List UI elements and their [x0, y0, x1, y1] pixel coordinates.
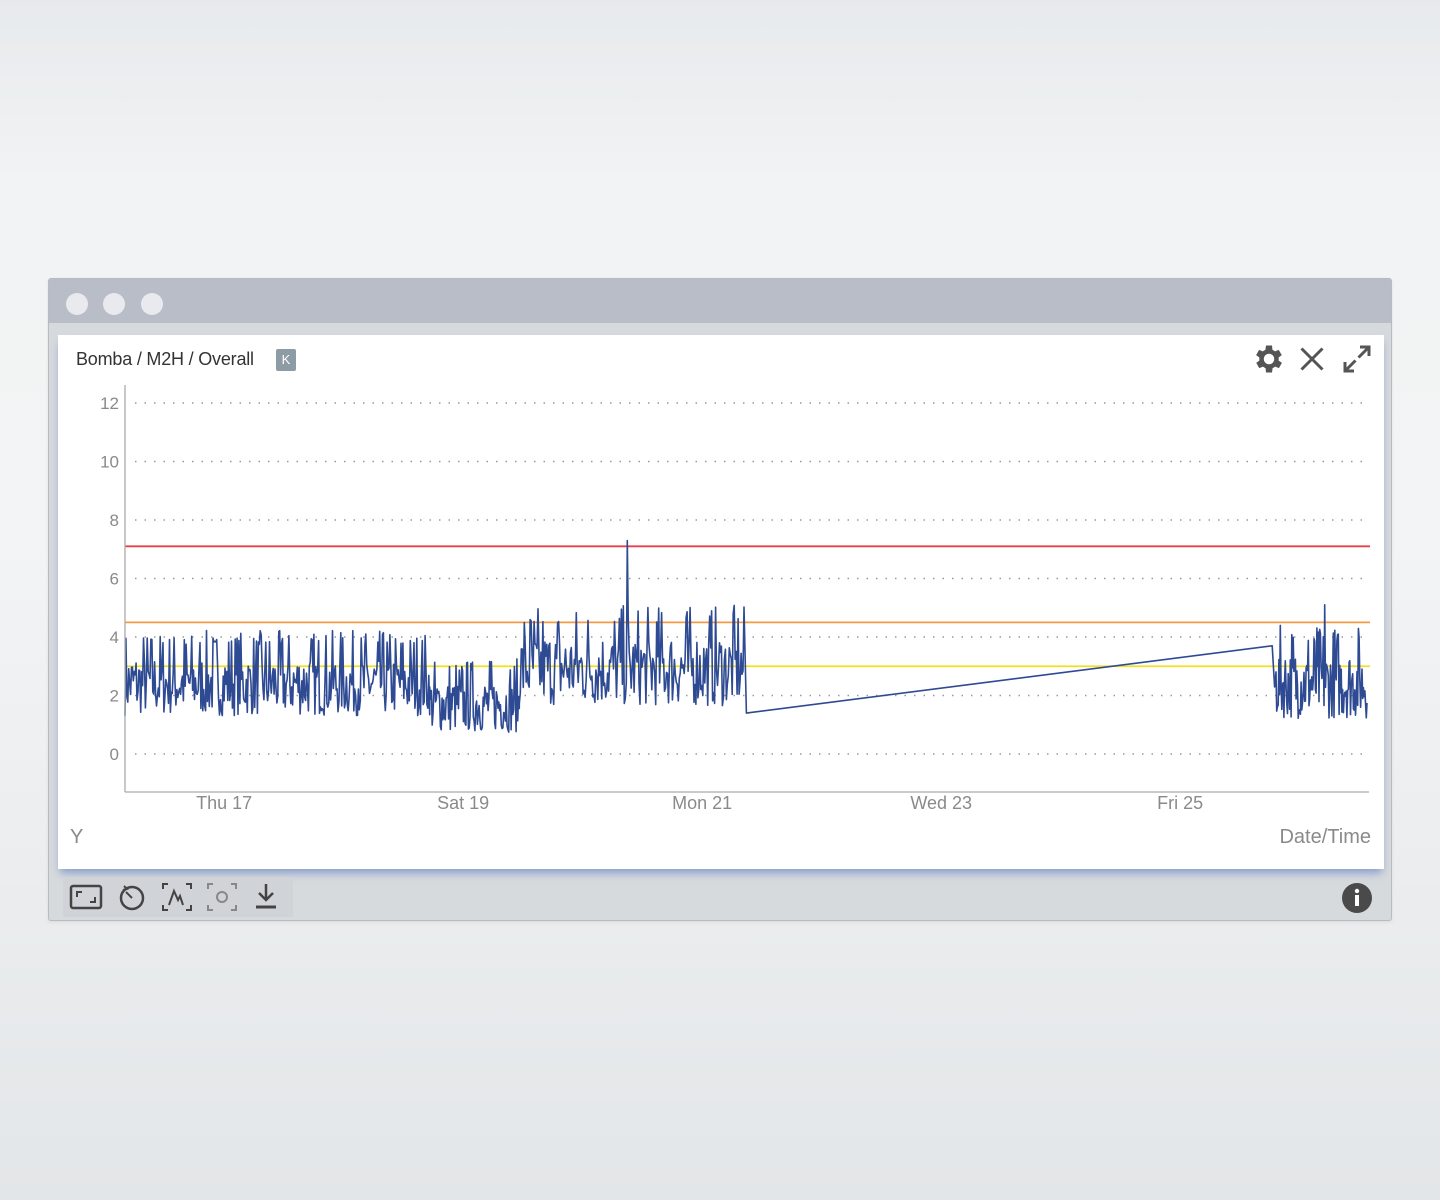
chart-panel: Bomba / M2H / Overall K 12 10 8 6 4 2 0 Thu 17 S… — [58, 335, 1384, 869]
window-minimize-dot[interactable] — [103, 293, 125, 315]
fit-view-icon[interactable] — [69, 881, 103, 913]
focus-area-icon[interactable] — [205, 881, 239, 913]
trend-chart[interactable]: 12 10 8 6 4 2 0 Thu 17 Sat 19 Mon 21 Wed 23 Fri 25 — [58, 335, 1384, 869]
y-tick-label: 12 — [100, 394, 119, 413]
zoom-curve-icon[interactable] — [160, 881, 194, 913]
y-tick-label: 8 — [110, 511, 119, 530]
x-tick-label: Fri 25 — [1157, 793, 1203, 813]
window-maximize-dot[interactable] — [141, 293, 163, 315]
window-titlebar — [49, 279, 1391, 323]
y-tick-label: 6 — [110, 570, 119, 589]
info-icon[interactable] — [1341, 882, 1373, 914]
x-tick-label: Sat 19 — [437, 793, 489, 813]
y-axis-label: Y — [70, 826, 84, 848]
y-tick-label: 10 — [100, 453, 119, 472]
reset-time-icon[interactable] — [115, 881, 149, 913]
y-tick-label: 4 — [110, 628, 119, 647]
download-icon[interactable] — [249, 881, 283, 913]
x-tick-label: Wed 23 — [910, 793, 972, 813]
window-close-dot[interactable] — [66, 293, 88, 315]
chart-toolbar — [63, 877, 293, 917]
x-axis-label: Date/Time — [1279, 826, 1371, 848]
y-tick-label: 2 — [110, 687, 119, 706]
x-tick-label: Mon 21 — [672, 793, 732, 813]
x-tick-label: Thu 17 — [196, 793, 252, 813]
y-tick-label: 0 — [110, 745, 119, 764]
chart-window: Bomba / M2H / Overall K 12 10 8 6 4 2 0 Thu 17 S… — [48, 278, 1392, 921]
